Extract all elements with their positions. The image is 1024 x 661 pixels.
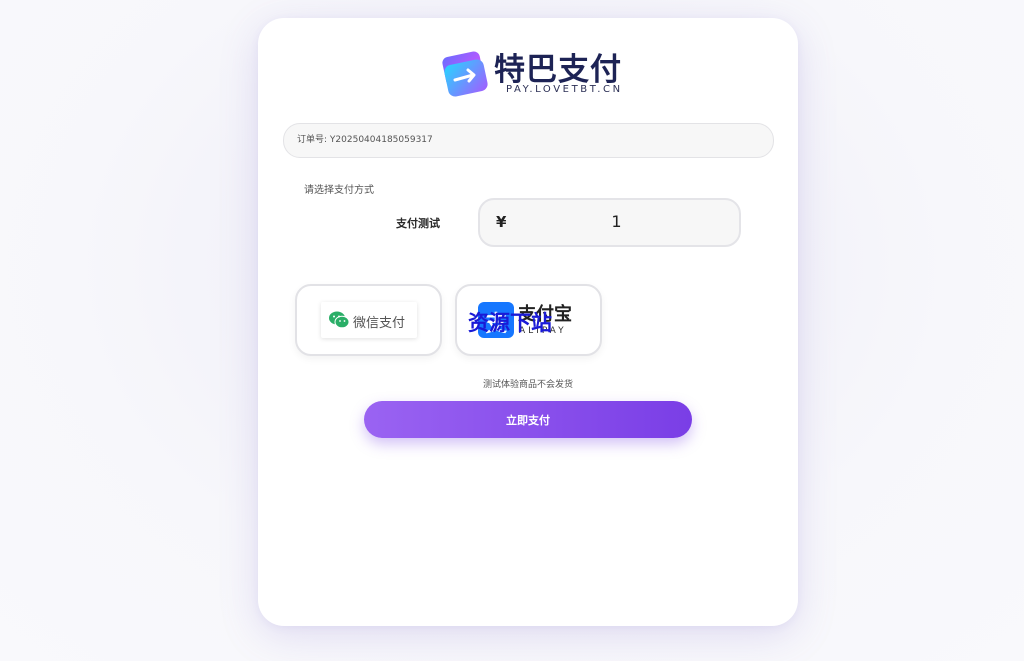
wechat-pay-option[interactable]: 微信支付	[295, 284, 442, 356]
wallet-arrow-icon	[442, 51, 488, 97]
wechat-icon	[329, 311, 349, 329]
amount-value: 1	[611, 212, 622, 231]
watermark-text: 资源下站	[468, 311, 552, 335]
product-name: 支付测试	[396, 217, 440, 230]
order-label: 订单号:	[297, 135, 328, 145]
shipping-notice: 测试体验商品不会发货	[482, 380, 573, 390]
payment-method-prompt: 请选择支付方式	[304, 185, 374, 196]
wechat-pay-label: 微信支付	[353, 316, 406, 331]
payment-card: 特巴支付 PAY.LOVETBT.CN 订单号: Y20250404185059…	[258, 18, 798, 626]
amount-field: ¥ 1	[478, 198, 741, 247]
order-number: Y20250404185059317	[329, 135, 433, 145]
order-number-field: 订单号: Y20250404185059317	[283, 123, 774, 158]
brand-subtitle: PAY.LOVETBT.CN	[506, 84, 623, 95]
brand-logo: 特巴支付 PAY.LOVETBT.CN	[440, 44, 623, 100]
alipay-option[interactable]: 支 支付宝 ALIPAY 资源下站	[455, 284, 602, 356]
pay-now-button[interactable]: 立即支付	[364, 401, 692, 438]
wechat-pay-badge: 微信支付	[321, 302, 417, 338]
brand-title: 特巴支付	[494, 52, 622, 88]
